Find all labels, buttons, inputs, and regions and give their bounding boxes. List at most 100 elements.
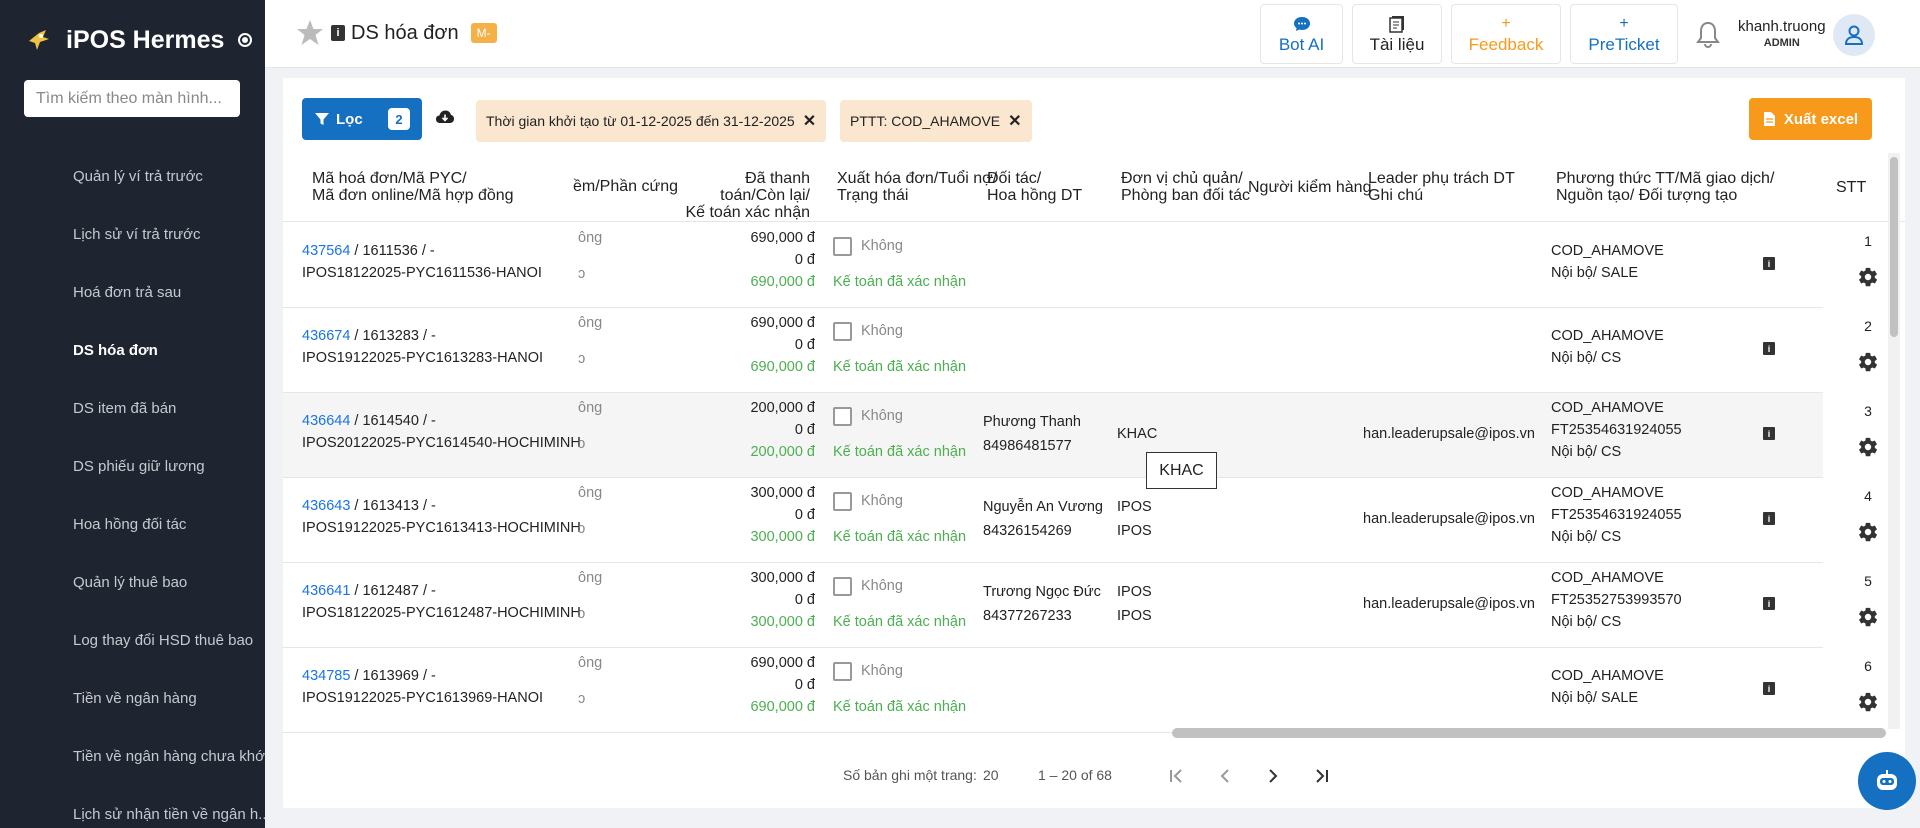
info-icon[interactable]: i xyxy=(331,25,345,41)
logo-icon xyxy=(29,30,49,50)
invoice-id-link[interactable]: 436643 xyxy=(302,498,350,514)
invoice-id-link[interactable]: 437564 xyxy=(302,243,350,259)
info-icon[interactable]: i xyxy=(1763,597,1775,610)
table-row[interactable]: 436644 / 1614540 / - IPOS20122025-PYC161… xyxy=(283,393,1877,478)
export-excel-button[interactable]: Xuất excel xyxy=(1749,98,1872,140)
hardware-text-2: ɔ xyxy=(578,351,586,367)
sidebar-item-subscription-log[interactable]: Log thay đổi HSD thuê bao xyxy=(0,611,265,669)
info-icon[interactable]: i xyxy=(1763,342,1775,355)
invoice-id-link[interactable]: 434785 xyxy=(302,668,350,684)
horizontal-scroll-thumb[interactable] xyxy=(1172,728,1886,738)
th-leader: Leader phụ trách DT Ghi chú xyxy=(1368,170,1515,204)
sidebar-search-input[interactable] xyxy=(24,80,240,117)
sidebar-item-postpaid-invoice[interactable]: Hoá đơn trả sau xyxy=(0,263,265,321)
gear-icon[interactable] xyxy=(1857,521,1879,543)
page-title: DS hóa đơn xyxy=(351,21,459,44)
feedback-button[interactable]: + Feedback xyxy=(1451,4,1561,64)
bot-ai-button[interactable]: Bot AI xyxy=(1260,4,1343,64)
header: i DS hóa đơn M- Bot AI Tài liệu + Feedba… xyxy=(265,0,1920,68)
last-page-button[interactable] xyxy=(1307,762,1335,790)
prev-page-button[interactable] xyxy=(1211,762,1239,790)
hardware-text: ông xyxy=(578,485,603,501)
invoice-code: 436643 / 1613413 / - xyxy=(302,498,436,514)
hardware-text: ông xyxy=(578,655,603,671)
sidebar-item-partner-commission[interactable]: Hoa hồng đối tác xyxy=(0,495,265,553)
sidebar-item-subscriptions[interactable]: Quản lý thuê bao xyxy=(0,553,265,611)
user-info[interactable]: khanh.truong ADMIN xyxy=(1738,18,1826,49)
invoice-checkbox[interactable] xyxy=(833,492,852,511)
th-partner: Đối tác/Hoa hồng DT xyxy=(987,170,1083,204)
table-row[interactable]: 436641 / 1612487 / - IPOS18122025-PYC161… xyxy=(283,563,1877,648)
gear-icon[interactable] xyxy=(1857,266,1879,288)
star-icon[interactable] xyxy=(295,18,325,48)
source-text: Nội bộ/ CS xyxy=(1551,614,1622,630)
transaction-code: FT25354631924055 xyxy=(1551,507,1682,523)
brand[interactable]: iPOS Hermes xyxy=(0,0,265,80)
chatbot-button[interactable] xyxy=(1858,752,1916,810)
close-icon[interactable]: ✕ xyxy=(1008,111,1021,131)
info-icon[interactable]: i xyxy=(1763,257,1775,270)
last-page-icon xyxy=(1316,769,1328,783)
export-label: Xuất excel xyxy=(1783,110,1859,128)
sidebar-item-prepaid-wallet[interactable]: Quản lý ví trả trước xyxy=(0,147,265,205)
first-page-icon xyxy=(1170,769,1182,783)
table-row[interactable]: 436674 / 1613283 / - IPOS19122025-PYC161… xyxy=(283,308,1877,393)
invoice-id-link[interactable]: 436641 xyxy=(302,583,350,599)
sidebar-item-sold-items[interactable]: DS item đã bán xyxy=(0,379,265,437)
gear-icon[interactable] xyxy=(1857,351,1879,373)
invoice-checkbox[interactable] xyxy=(833,407,852,426)
sidebar-item-invoice-list[interactable]: DS hóa đơn xyxy=(0,321,265,379)
file-icon xyxy=(1763,112,1775,126)
tai-lieu-button[interactable]: Tài liệu xyxy=(1352,4,1442,64)
gear-icon[interactable] xyxy=(1857,436,1879,458)
chevron-right-icon xyxy=(1269,769,1278,783)
row-index: 6 xyxy=(1864,658,1872,674)
invoice-checkbox[interactable] xyxy=(833,237,852,256)
robot-icon xyxy=(1877,770,1897,790)
filter-button[interactable]: Lọc 2 xyxy=(302,98,422,140)
vertical-scroll-thumb[interactable] xyxy=(1890,157,1898,337)
per-page-select[interactable]: 20 xyxy=(983,767,999,783)
filter-chip-payment[interactable]: PTTT: COD_AHAMOVE ✕ xyxy=(840,100,1032,142)
cloud-download-icon[interactable] xyxy=(435,108,455,126)
remaining-amount: 0 đ xyxy=(794,592,815,608)
table-row[interactable]: 436643 / 1613413 / - IPOS19122025-PYC161… xyxy=(283,478,1877,563)
source-text: Nội bộ/ SALE xyxy=(1551,265,1639,281)
invoice-checkbox[interactable] xyxy=(833,577,852,596)
payment-method: COD_AHAMOVE xyxy=(1551,328,1664,344)
sidebar-item-bank-history[interactable]: Lịch sử nhận tiền về ngân h... xyxy=(0,785,265,828)
invoice-id-link[interactable]: 436674 xyxy=(302,328,350,344)
user-icon xyxy=(1844,25,1864,45)
info-icon[interactable]: i xyxy=(1763,682,1775,695)
bell-icon[interactable] xyxy=(1695,20,1721,50)
sidebar-item-bank-income[interactable]: Tiền về ngân hàng xyxy=(0,669,265,727)
confirmed-amount: 300,000 đ xyxy=(750,614,815,630)
vertical-scrollbar[interactable] xyxy=(1888,153,1900,729)
sidebar-item-salary-hold[interactable]: DS phiếu giữ lương xyxy=(0,437,265,495)
invoice-checkbox[interactable] xyxy=(833,662,852,681)
table-row[interactable]: 434785 / 1613969 / - IPOS19122025-PYC161… xyxy=(283,648,1877,733)
invoice-id-link[interactable]: 436644 xyxy=(302,413,350,429)
sidebar-item-bank-unmatched[interactable]: Tiền về ngân hàng chưa khớp xyxy=(0,727,265,785)
invoice-checkbox[interactable] xyxy=(833,322,852,341)
gear-icon[interactable] xyxy=(1857,691,1879,713)
unit-name: IPOS xyxy=(1117,584,1152,600)
info-icon[interactable]: i xyxy=(1763,512,1775,525)
gear-icon[interactable] xyxy=(1857,606,1879,628)
hardware-text-2: ɔ xyxy=(578,266,586,282)
preticket-label: PreTicket xyxy=(1588,35,1660,54)
close-icon[interactable]: ✕ xyxy=(803,111,816,131)
hardware-text: ông xyxy=(578,315,603,331)
next-page-button[interactable] xyxy=(1259,762,1287,790)
per-page-label: Số bản ghi một trang: xyxy=(843,767,977,783)
filter-chip-date[interactable]: Thời gian khởi tạo từ 01-12-2025 đến 31-… xyxy=(476,100,827,142)
sidebar-item-prepaid-history[interactable]: Lịch sử ví trả trước xyxy=(0,205,265,263)
preticket-button[interactable]: + PreTicket xyxy=(1570,4,1678,64)
payment-method: COD_AHAMOVE xyxy=(1551,243,1664,259)
remaining-amount: 0 đ xyxy=(794,337,815,353)
table-row[interactable]: 437564 / 1611536 / - IPOS18122025-PYC161… xyxy=(283,223,1877,308)
first-page-button[interactable] xyxy=(1163,762,1191,790)
radio-icon[interactable] xyxy=(238,33,253,47)
info-icon[interactable]: i xyxy=(1763,427,1775,440)
avatar[interactable] xyxy=(1833,14,1875,56)
